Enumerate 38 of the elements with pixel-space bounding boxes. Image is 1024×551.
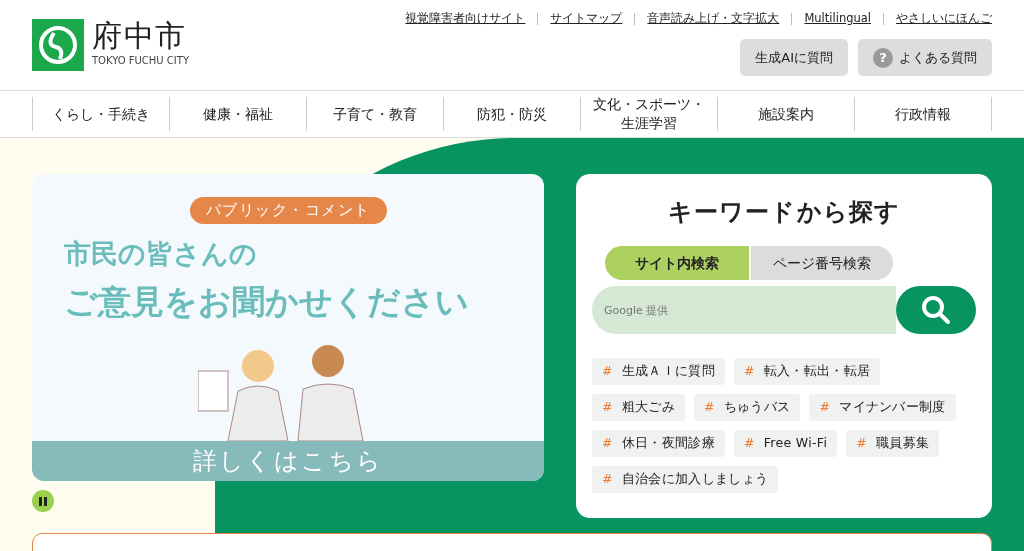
nav-item[interactable]: くらし・手続き <box>32 97 169 131</box>
city-name: 府中市 <box>92 19 188 53</box>
keyword-tag[interactable]: # 生成ＡＩに質問 <box>592 358 725 385</box>
search-tab[interactable]: ページ番号検索 <box>749 246 893 280</box>
pause-button[interactable] <box>32 490 54 512</box>
nav-item[interactable]: 健康・福祉 <box>169 97 306 131</box>
nav-item[interactable]: 文化・スポーツ・ 生涯学習 <box>580 97 717 131</box>
nav-item[interactable]: 施設案内 <box>717 97 854 131</box>
banner-badge: パブリック・コメント <box>189 197 387 224</box>
pause-icon <box>39 496 47 506</box>
keyword-tag[interactable]: # 休日・夜間診療 <box>592 430 725 457</box>
nav-item[interactable]: 子育て・教育 <box>306 97 443 131</box>
nav-item[interactable]: 防犯・防災 <box>443 97 580 131</box>
utility-link[interactable]: 視覚障害者向けサイト <box>405 10 526 28</box>
utility-link[interactable]: サイトマップ <box>550 10 623 28</box>
keyword-tag[interactable]: # 粗大ごみ <box>592 394 686 421</box>
search-title: キーワードから探す <box>667 197 901 228</box>
banner-headline: 市民の皆さんの <box>64 236 258 271</box>
search-button[interactable] <box>896 286 976 334</box>
keyword-tag[interactable]: # 職員募集 <box>846 430 940 457</box>
header-button[interactable]: ? よくある質問 <box>858 39 992 77</box>
keyword-tag[interactable]: # 自治会に加入しましょう <box>592 466 779 493</box>
utility-link[interactable]: やさしいにほんご <box>896 10 992 28</box>
utility-link[interactable]: 音声読み上げ・文字拡大 <box>647 10 780 28</box>
search-field[interactable]: Google 提供 <box>592 286 896 334</box>
keyword-tag[interactable]: # マイナンバー制度 <box>809 394 956 421</box>
help-icon: ? <box>873 47 893 68</box>
keyword-tag[interactable]: # 転入・転出・転居 <box>734 358 881 385</box>
city-name-english: TOKYO FUCHU CITY <box>92 54 189 68</box>
banner-headline: ご意見をお聞かせください <box>64 281 470 323</box>
nav-item[interactable]: 行政情報 <box>854 97 992 131</box>
keyword-tag[interactable]: # Free Wi-Fi <box>734 430 838 457</box>
search-icon <box>921 295 951 325</box>
utility-link[interactable]: Multilingual <box>804 10 871 28</box>
city-logo-icon[interactable] <box>32 19 84 71</box>
keyword-tag[interactable]: # ちゅうバス <box>694 394 801 421</box>
header-button[interactable]: 生成AIに質問 <box>740 39 848 77</box>
search-tab[interactable]: サイト内検索 <box>605 246 749 280</box>
